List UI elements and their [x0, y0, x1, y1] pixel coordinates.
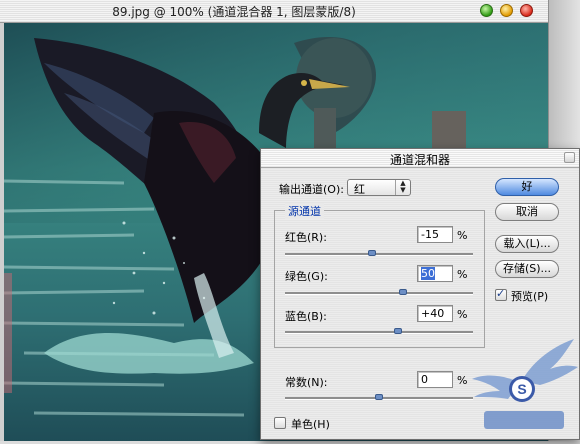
red-channel-label: 红色(R):	[285, 231, 327, 244]
blue-channel-label: 蓝色(B):	[285, 310, 327, 323]
dialog-titlebar[interactable]: 通道混和器	[261, 149, 579, 168]
close-button[interactable]	[520, 4, 533, 17]
constant-percent-unit: %	[457, 374, 468, 387]
blue-percent-unit: %	[457, 308, 468, 321]
preview-checkbox[interactable]	[495, 287, 507, 301]
monochrome-checkbox[interactable]	[274, 417, 286, 429]
green-value-field[interactable]: 50	[417, 265, 453, 282]
dialog-title: 通道混和器	[389, 153, 450, 167]
red-value-field[interactable]: -15	[417, 226, 453, 243]
blue-value-field[interactable]: +40	[417, 305, 453, 322]
constant-label: 常数(N):	[285, 376, 328, 389]
green-slider-thumb[interactable]	[398, 289, 407, 295]
constant-slider-thumb[interactable]	[375, 394, 383, 400]
document-titlebar[interactable]: 89.jpg @ 100% (通道混合器 1, 图层蒙版/8)	[0, 0, 548, 23]
zoom-button[interactable]	[480, 4, 493, 17]
red-slider-track[interactable]	[285, 253, 473, 256]
cancel-button[interactable]: 取消	[495, 203, 559, 221]
blue-slider-track[interactable]	[285, 331, 473, 334]
updown-arrows-icon: ▲ ▼	[395, 180, 410, 195]
load-button[interactable]: 载入(L)...	[495, 235, 559, 253]
minimize-button[interactable]	[500, 4, 513, 17]
preview-label: 预览(P)	[511, 290, 549, 303]
collapse-button[interactable]	[564, 152, 575, 163]
ok-button[interactable]: 好	[495, 178, 559, 196]
red-percent-unit: %	[457, 229, 468, 242]
green-slider-track[interactable]	[285, 292, 473, 295]
output-channel-label: 输出通道(O):	[279, 183, 344, 196]
output-channel-select[interactable]: 红 ▲ ▼	[347, 179, 411, 196]
green-channel-label: 绿色(G):	[285, 270, 328, 283]
monochrome-label: 单色(H)	[291, 418, 330, 431]
constant-value-field[interactable]: 0	[417, 371, 453, 388]
source-channels-title: 源通道	[285, 203, 324, 219]
red-slider-thumb[interactable]	[367, 250, 376, 256]
save-button[interactable]: 存储(S)...	[495, 260, 559, 278]
svg-text:S: S	[517, 381, 526, 397]
green-percent-unit: %	[457, 268, 468, 281]
site-watermark-logo: S	[470, 335, 580, 441]
blue-slider-thumb[interactable]	[393, 328, 402, 334]
output-channel-value: 红	[354, 183, 365, 196]
document-title: 89.jpg @ 100% (通道混合器 1, 图层蒙版/8)	[112, 5, 356, 19]
